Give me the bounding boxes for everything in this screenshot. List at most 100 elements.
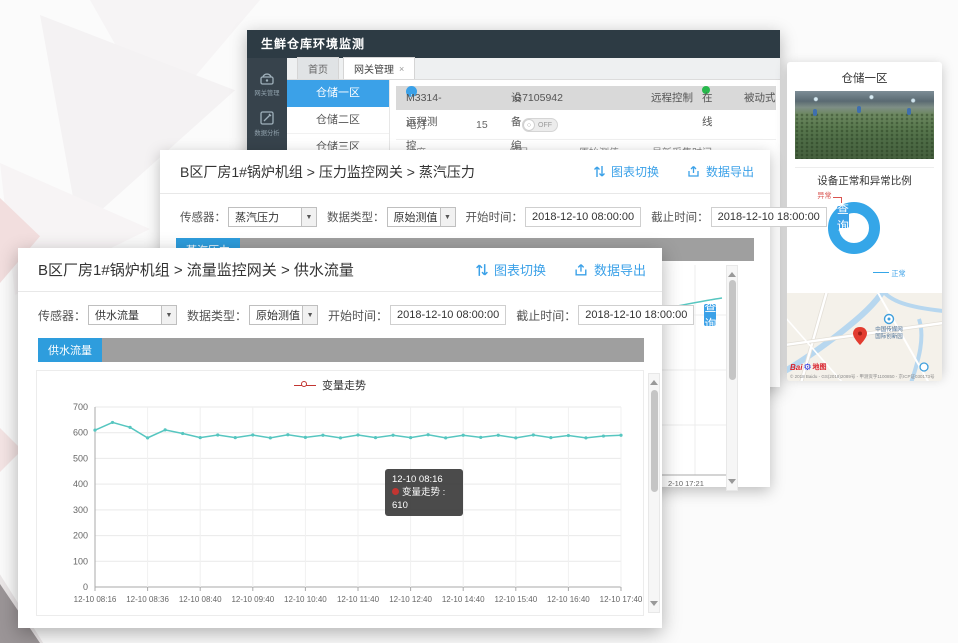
data-type-value: 原始测值	[388, 209, 440, 225]
x-tick-label: 12-10 11:40	[337, 595, 380, 604]
sensor-select-value: 供水流量	[89, 307, 161, 323]
data-type-select[interactable]: 原始测值▼	[387, 207, 456, 227]
rail-item-label: 数据分析	[254, 129, 279, 138]
start-time-label: 开始时间：	[466, 209, 524, 225]
gateway-icon	[258, 70, 276, 86]
normal-leader-line	[873, 272, 889, 273]
start-time-input[interactable]: 2018-12-10 08:00:00	[525, 207, 641, 227]
end-time-input[interactable]: 2018-12-10 18:00:00	[578, 305, 694, 325]
remote-control-link[interactable]: 远程控制	[651, 86, 693, 110]
donut-ring[interactable]	[828, 202, 880, 254]
sensor-select[interactable]: 供水流量▼	[88, 305, 177, 325]
tab-water-flow[interactable]: 供水流量	[38, 338, 102, 362]
normal-label: 正常	[891, 268, 905, 278]
sensor-select[interactable]: 蒸汽压力▼	[228, 207, 317, 227]
scroll-down-icon[interactable]	[650, 601, 658, 609]
swap-arrows-icon	[593, 165, 606, 178]
x-tick-label: 12-10 15:40	[494, 595, 537, 604]
flow-plot-svg: 010020030040050060070012-10 08:1612-10 0…	[37, 371, 645, 615]
scroll-thumb[interactable]	[729, 280, 736, 380]
toggle-knob-icon: ○	[523, 119, 535, 131]
data-point	[479, 436, 482, 439]
lamp-row: 电灯 15 ○ OFF	[396, 110, 776, 140]
query-button[interactable]: 查询	[837, 206, 849, 228]
data-type-label: 数据类型：	[327, 209, 385, 225]
data-point	[269, 436, 272, 439]
tab-gateway[interactable]: 网关管理 ×	[343, 57, 415, 79]
tab-close-icon[interactable]: ×	[399, 64, 404, 74]
data-point	[93, 429, 96, 432]
scroll-down-icon[interactable]	[728, 479, 736, 487]
sidebar-item[interactable]: 仓储一区	[287, 80, 389, 107]
window-tabbar: 首页 网关管理 ×	[287, 58, 780, 80]
data-type-select[interactable]: 原始测值▼	[249, 305, 318, 325]
vertical-scrollbar[interactable]	[648, 373, 660, 613]
location-map[interactable]: 中国传媒网 国际创新园 Bai ⚙ 地图 © 2018 Baidu - GS(2…	[787, 293, 942, 381]
vertical-scrollbar[interactable]	[726, 265, 738, 491]
tooltip-sep: :	[440, 487, 445, 498]
sensor-label: 传感器：	[38, 307, 86, 324]
tooltip-series: 变量走势	[402, 487, 440, 498]
window-title: 生鲜仓库环境监测	[247, 30, 780, 58]
tooltip-time: 12-10 08:16	[392, 473, 456, 486]
data-point	[444, 436, 447, 439]
water-flow-panel: B区厂房1#锅炉机组 > 流量监控网关 > 供水流量 图表切换 数据导出 传感器…	[18, 248, 662, 628]
scroll-up-icon[interactable]	[728, 269, 736, 277]
data-point	[584, 436, 587, 439]
y-tick-label: 100	[73, 556, 88, 566]
query-button[interactable]: 查询	[704, 304, 716, 326]
y-tick-label: 400	[73, 479, 88, 489]
data-point	[164, 428, 167, 431]
x-tick-label: 12-10 14:40	[442, 595, 485, 604]
data-export-button[interactable]: 数据导出	[687, 163, 754, 180]
chart-switch-button[interactable]: 图表切换	[475, 260, 546, 279]
map-pin-dot	[858, 332, 862, 336]
y-tick-label: 0	[83, 582, 88, 592]
start-time-input[interactable]: 2018-12-10 08:00:00	[390, 305, 506, 325]
data-point	[374, 436, 377, 439]
end-time-input[interactable]: 2018-12-10 18:00:00	[711, 207, 827, 227]
y-tick-label: 700	[73, 402, 88, 412]
x-tick-label: 12-10 12:40	[389, 595, 432, 604]
warehouse-photo	[795, 91, 934, 159]
series-tabbar: 供水流量	[38, 338, 644, 362]
data-export-label: 数据导出	[594, 260, 646, 279]
data-point	[111, 421, 114, 424]
tooltip-series-dot	[392, 488, 399, 495]
sensor-select-value: 蒸汽压力	[229, 209, 301, 225]
lamp-toggle[interactable]: ○ OFF	[522, 118, 558, 132]
baidu-map-text: 地图	[813, 363, 827, 372]
rail-item-gateway[interactable]: 网关管理	[247, 70, 287, 98]
data-point	[462, 434, 465, 437]
x-tick-label: 12-10 10:40	[284, 595, 327, 604]
end-time-label: 截止时间：	[516, 307, 576, 324]
chevron-down-icon: ▼	[302, 306, 317, 324]
data-point	[549, 436, 552, 439]
baidu-logo: Bai ⚙ 地图	[790, 363, 827, 372]
scroll-up-icon[interactable]	[650, 377, 658, 385]
data-point	[321, 434, 324, 437]
x-axis-label: 2-10 17:21	[668, 479, 704, 488]
sensor-label: 传感器：	[180, 209, 226, 225]
scroll-thumb[interactable]	[651, 390, 658, 492]
tab-home[interactable]: 首页	[297, 57, 339, 79]
data-point	[619, 434, 622, 437]
data-point	[251, 433, 254, 436]
chart-tooltip: 12-10 08:16 变量走势 : 610	[385, 469, 463, 516]
breadcrumb: B区厂房1#锅炉机组 > 流量监控网关 > 供水流量	[38, 259, 354, 280]
device-ratio-donut: 异常 正常	[787, 188, 942, 293]
tooltip-value: 610	[392, 500, 408, 511]
breadcrumb: B区厂房1#锅炉机组 > 压力监控网关 > 蒸汽压力	[180, 162, 475, 182]
map-poi-label: 国际创新园	[875, 332, 903, 340]
rail-item-analysis[interactable]: 数据分析	[247, 110, 287, 138]
lamp-value: 15	[476, 110, 488, 140]
edit-chart-icon	[259, 110, 275, 126]
sidebar-item[interactable]: 仓储二区	[287, 107, 389, 134]
data-export-button[interactable]: 数据导出	[574, 260, 646, 279]
data-point	[567, 434, 570, 437]
x-tick-label: 12-10 08:36	[126, 595, 169, 604]
device-header-row: iM3314-远程测控 设备编号 G7105942 远程控制 在线 被动式	[396, 86, 776, 110]
chart-switch-button[interactable]: 图表切换	[593, 163, 659, 180]
chart-switch-label: 图表切换	[611, 163, 659, 180]
donut-title: 设备正常和异常比例	[787, 173, 942, 188]
